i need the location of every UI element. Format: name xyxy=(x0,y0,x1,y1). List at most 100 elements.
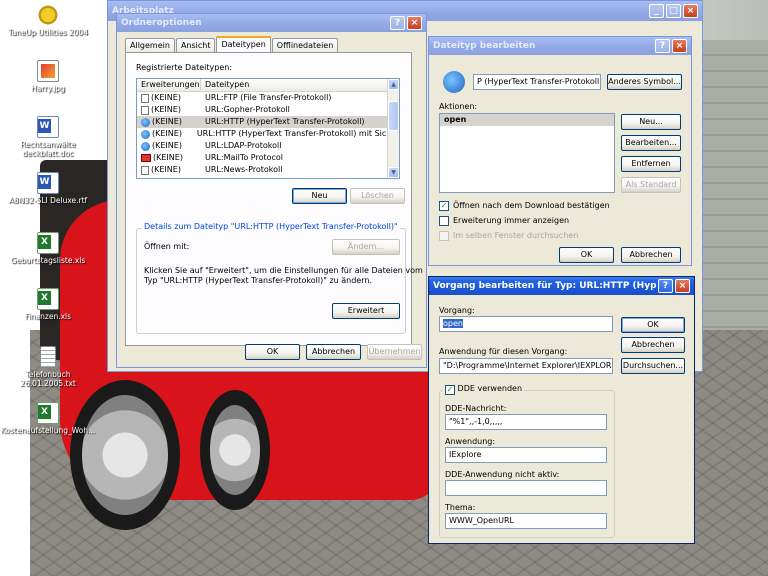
type-name-field[interactable]: P (HyperText Transfer-Protokoll) xyxy=(473,74,601,90)
thema-label: Thema: xyxy=(445,503,476,512)
oeffnen-nach-download-checkbox[interactable]: ✓ xyxy=(439,201,449,211)
ordneroptionen-title: Ordneroptionen xyxy=(121,18,202,28)
aendern-button[interactable]: Ändern... xyxy=(332,239,400,255)
desktop-icon-telefonbuch-txt[interactable]: Telefonbuch 26.01.2005.txt xyxy=(0,346,96,388)
uebernehmen-button[interactable]: Übernehmen xyxy=(367,344,422,360)
text-file-icon xyxy=(40,346,56,368)
dde-nicht-aktiv-input[interactable] xyxy=(445,480,607,496)
dde-nicht-aktiv-label: DDE-Anwendung nicht aktiv: xyxy=(445,470,560,479)
desktop-icon-finanzen-xls[interactable]: Finanzen.xls xyxy=(0,288,96,321)
excel-file-icon xyxy=(37,402,59,424)
desktop-icon-kostenaufstellung-xls[interactable]: Kostenaufstellung_Woh... xyxy=(0,402,96,435)
erweiterung-anzeigen-label: Erweiterung immer anzeigen xyxy=(453,216,570,225)
ok-button[interactable]: OK xyxy=(245,344,300,360)
vorgang-abbrechen-button[interactable]: Abbrechen xyxy=(621,337,685,353)
tab-offlinedateien[interactable]: Offlinedateien xyxy=(271,38,339,52)
close-icon[interactable]: × xyxy=(683,4,698,18)
file-type-icon xyxy=(141,165,149,175)
internet-explorer-icon xyxy=(141,117,150,127)
word-document-icon xyxy=(37,116,59,138)
table-row[interactable]: (KEINE) URL:News-Protokoll xyxy=(137,164,399,176)
mail-icon xyxy=(141,154,151,162)
scroll-up-icon[interactable]: ▲ xyxy=(388,79,399,90)
dde-nachricht-input[interactable]: "%1",,-1,0,,,,, xyxy=(445,414,607,430)
list-item[interactable]: open xyxy=(440,114,614,126)
dateitypen-panel: Registrierte Dateitypen: Erweiterungen D… xyxy=(125,52,423,346)
file-type-icon xyxy=(141,105,149,115)
abbrechen-button[interactable]: Abbrechen xyxy=(306,344,361,360)
table-row[interactable]: (KEINE) URL:LDAP-Protokoll xyxy=(137,140,399,152)
dateityp-bearbeiten-title: Dateityp bearbeiten xyxy=(433,41,536,51)
dde-title: ✓ DDE verwenden xyxy=(443,384,525,395)
desktop-icon-rechtsanwaelte-doc[interactable]: Rechtsanwälte deckblatt.doc xyxy=(0,116,96,158)
neu-button[interactable]: Neu xyxy=(292,188,347,204)
internet-explorer-icon xyxy=(141,129,150,139)
oeffnen-mit-label: Öffnen mit: xyxy=(144,242,190,251)
aktionen-label: Aktionen: xyxy=(439,102,478,111)
maximize-icon[interactable]: □ xyxy=(666,4,681,18)
help-icon[interactable]: ? xyxy=(655,39,670,53)
excel-file-icon xyxy=(37,232,59,254)
list-scrollbar[interactable]: ▲ ▼ xyxy=(387,79,399,178)
vorgang-bearbeiten-title: Vorgang bearbeiten für Typ: URL:HTTP (Hy… xyxy=(433,281,656,291)
image-file-icon xyxy=(37,60,59,82)
tab-strip: Allgemein Ansicht Dateitypen Offlinedate… xyxy=(125,36,339,53)
dateityp-ok-button[interactable]: OK xyxy=(559,247,614,263)
anwendung-vorgang-input[interactable]: "D:\Programme\Internet Explorer\IEXPLORE… xyxy=(439,358,613,374)
oeffnen-nach-download-label: Öffnen nach dem Download bestätigen xyxy=(453,201,610,210)
close-icon[interactable]: × xyxy=(672,39,687,53)
actions-list[interactable]: open xyxy=(439,113,615,193)
table-row[interactable]: (KEINE) URL:Gopher-Protokoll xyxy=(137,104,399,116)
vorgang-input[interactable]: open xyxy=(439,316,613,332)
desktop-icon-harry-jpg[interactable]: Harry.jpg xyxy=(0,60,96,93)
help-icon[interactable]: ? xyxy=(390,16,405,30)
selben-fenster-checkbox[interactable] xyxy=(439,231,449,241)
minimize-icon[interactable]: _ xyxy=(649,4,664,18)
dateityp-abbrechen-button[interactable]: Abbrechen xyxy=(621,247,681,263)
bearbeiten-button[interactable]: Bearbeiten... xyxy=(621,135,681,151)
als-standard-button[interactable]: Als Standard xyxy=(621,177,681,193)
ordneroptionen-window: Ordneroptionen ? × Allgemein Ansicht Dat… xyxy=(116,13,427,368)
tab-dateitypen[interactable]: Dateitypen xyxy=(216,36,271,53)
selben-fenster-label: Im selben Fenster durchsuchen xyxy=(453,231,579,240)
desktop-icon-a8n32-rtf[interactable]: A8N32-SLI Deluxe.rtf xyxy=(0,172,96,205)
tab-ansicht[interactable]: Ansicht xyxy=(175,38,216,52)
internet-explorer-icon xyxy=(443,71,465,93)
file-types-list[interactable]: Erweiterungen Dateitypen (KEINE) URL:FTP … xyxy=(136,78,400,179)
erweiterung-anzeigen-checkbox[interactable] xyxy=(439,216,449,226)
neu-action-button[interactable]: Neu... xyxy=(621,114,681,130)
tab-allgemein[interactable]: Allgemein xyxy=(125,38,175,52)
erweitert-button[interactable]: Erweitert xyxy=(332,303,400,319)
excel-file-icon xyxy=(37,288,59,310)
help-icon[interactable]: ? xyxy=(658,279,673,293)
dde-nachricht-label: DDE-Nachricht: xyxy=(445,404,507,413)
registered-types-label: Registrierte Dateitypen: xyxy=(136,63,233,72)
anwendung-label: Anwendung: xyxy=(445,437,496,446)
column-erweiterungen[interactable]: Erweiterungen xyxy=(137,79,201,91)
column-dateitypen[interactable]: Dateitypen xyxy=(201,79,389,91)
word-document-icon xyxy=(37,172,59,194)
close-icon[interactable]: × xyxy=(407,16,422,30)
thema-input[interactable]: WWW_OpenURL xyxy=(445,513,607,529)
desktop-icon-tuneup[interactable]: TuneUp Utilities 2004 xyxy=(0,4,96,37)
anderes-symbol-button[interactable]: Anderes Symbol... xyxy=(607,74,682,90)
table-row[interactable]: (KEINE) URL:HTTP (HyperText Transfer-Prot… xyxy=(137,116,399,128)
table-row[interactable]: (KEINE) URL:MailTo Protocol xyxy=(137,152,399,164)
entfernen-button[interactable]: Entfernen xyxy=(621,156,681,172)
tuneup-icon xyxy=(37,4,59,26)
table-row[interactable]: (KEINE) URL:FTP (File Transfer-Protokoll) xyxy=(137,92,399,104)
dde-verwenden-checkbox[interactable]: ✓ xyxy=(445,385,455,395)
desktop-icon-geburtstagsliste-xls[interactable]: Geburtstagsliste.xls xyxy=(0,232,96,265)
vorgang-bearbeiten-window: Vorgang bearbeiten für Typ: URL:HTTP (Hy… xyxy=(428,276,695,544)
loeschen-button[interactable]: Löschen xyxy=(350,188,405,204)
internet-explorer-icon xyxy=(141,141,150,151)
scroll-down-icon[interactable]: ▼ xyxy=(388,167,399,178)
anwendung-input[interactable]: IExplore xyxy=(445,447,607,463)
details-text-line-1: Klicken Sie auf "Erweitert", um die Eins… xyxy=(144,266,423,275)
table-row[interactable]: (KEINE) URL:HTTP (HyperText Transfer-Prot… xyxy=(137,128,399,140)
vorgang-label: Vorgang: xyxy=(439,306,475,315)
scroll-thumb[interactable] xyxy=(388,101,399,131)
close-icon[interactable]: × xyxy=(675,279,690,293)
durchsuchen-button[interactable]: Durchsuchen... xyxy=(621,358,685,374)
vorgang-ok-button[interactable]: OK xyxy=(621,317,685,333)
